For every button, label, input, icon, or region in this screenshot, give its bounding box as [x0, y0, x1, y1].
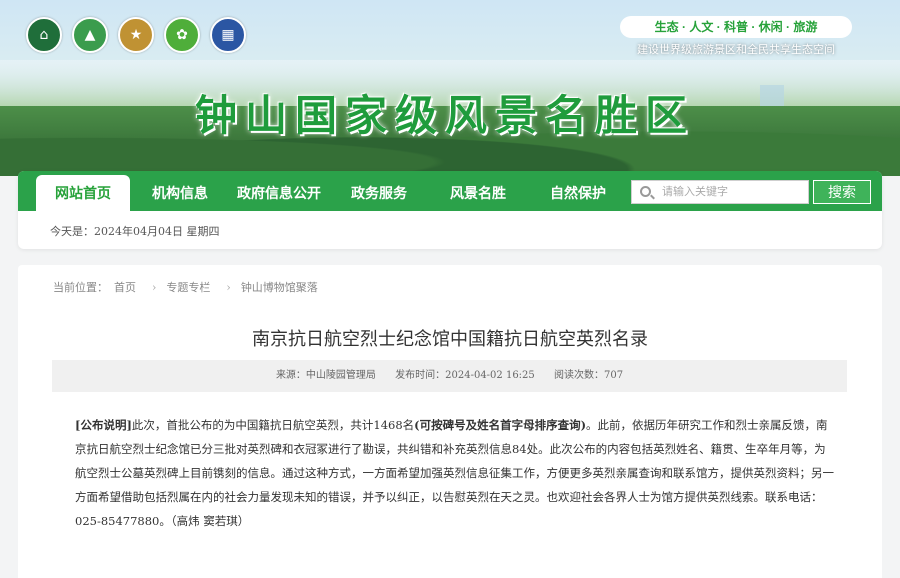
tagline: 生态 · 人文 · 科普 · 休闲 · 旅游 [620, 16, 852, 38]
breadcrumb-special-topics[interactable]: 专题专栏 [166, 281, 210, 294]
article-bold-note: (可按碑号及姓名首字母排序查询) [414, 418, 587, 432]
search-icon [640, 186, 651, 197]
breadcrumb-museum-cluster[interactable]: 钟山博物馆聚落 [241, 281, 318, 294]
nav-home[interactable]: 网站首页 [36, 175, 130, 211]
breadcrumb-chevron-icon: › [152, 281, 157, 294]
breadcrumb-label: 当前位置： [53, 281, 108, 294]
navigation-panel: 网站首页 机构信息 政府信息公开 政务服务 风景名胜 自然保护 请输入关键字 搜… [18, 171, 882, 249]
nav-nature-protection[interactable]: 自然保护 [550, 171, 606, 211]
article-meta: 来源：中山陵园管理局 发布时间：2024-04-02 16:25 阅读次数：70… [52, 360, 847, 392]
breadcrumb-home[interactable]: 首页 [114, 281, 136, 294]
site-title: 钟山国家级风景名胜区 [195, 91, 696, 140]
partner-logos: ⌂ ▲ ★ ✿ ▦ [26, 17, 246, 53]
5a-scenic-logo-icon[interactable]: ★ [118, 17, 154, 53]
article-text-1: 此次，首批公布的为中国籍抗日航空英烈，共计1468名 [131, 418, 415, 432]
article-title: 南京抗日航空烈士纪念馆中国籍抗日航空英烈名录 [252, 329, 648, 349]
article-body: [公布说明]此次，首批公布的为中国籍抗日航空英烈，共计1468名(可按碑号及姓名… [75, 413, 835, 533]
nav-government-info[interactable]: 政府信息公开 [237, 171, 321, 211]
breadcrumb-chevron-icon: › [226, 281, 231, 294]
breadcrumb: 当前位置： 首页 › 专题专栏 › 钟山博物馆聚落 [53, 279, 324, 295]
search-button[interactable]: 搜索 [813, 180, 871, 204]
article-text-2: 。此前，依据历年研究工作和烈士亲属反馈，南京抗日航空烈士纪念馆已分三批对英烈碑和… [75, 418, 834, 528]
article-view-count: 阅读次数：707 [553, 370, 624, 381]
current-date: 今天是：2024年04月04日 星期四 [50, 225, 220, 238]
nav-government-services[interactable]: 政务服务 [351, 171, 407, 211]
scenic-area-logo-icon[interactable]: ▲ [72, 17, 108, 53]
slogan: 建设世界级旅游景区和全民共享生态空间 [637, 43, 835, 56]
museum-logo-icon[interactable]: ▦ [210, 17, 246, 53]
article-card: 当前位置： 首页 › 专题专栏 › 钟山博物馆聚落 南京抗日航空烈士纪念馆中国籍抗日航空英… [18, 265, 882, 578]
notice-label: [公布说明] [75, 418, 132, 432]
article-publish-time: 发布时间：2024-04-02 16:25 [395, 370, 535, 381]
main-navbar: 网站首页 机构信息 政府信息公开 政务服务 风景名胜 自然保护 请输入关键字 搜… [18, 171, 882, 211]
nav-institution-info[interactable]: 机构信息 [152, 171, 208, 211]
world-heritage-logo-icon[interactable]: ⌂ [26, 17, 62, 53]
nav-scenic-spots[interactable]: 风景名胜 [450, 171, 506, 211]
article-source: 来源：中山陵园管理局 [275, 370, 376, 381]
ecology-logo-icon[interactable]: ✿ [164, 17, 200, 53]
search-input[interactable]: 请输入关键字 [631, 180, 809, 204]
